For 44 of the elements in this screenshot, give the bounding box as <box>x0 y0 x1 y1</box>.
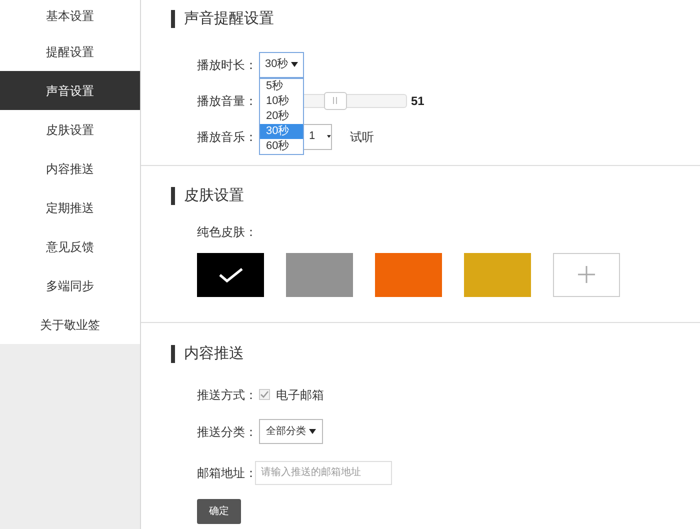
checkbox-label: 电子邮箱 <box>276 386 324 404</box>
field-label: 邮箱地址： <box>197 464 255 482</box>
section-title: 皮肤设置 <box>184 186 244 206</box>
email-field[interactable]: 请输入推送的邮箱地址 <box>255 460 392 484</box>
sidebar-item[interactable]: 皮肤设置 <box>0 110 140 149</box>
field-label: 推送分类： <box>197 424 258 440</box>
caret-icon <box>291 62 298 67</box>
sidebar-item[interactable]: 内容推送 <box>0 149 140 188</box>
field-label: 纯色皮肤： <box>196 224 257 240</box>
email-checkbox[interactable] <box>259 389 270 400</box>
check-icon <box>218 266 244 282</box>
field-label: 播放音乐： <box>197 128 258 146</box>
heading-bar <box>171 345 175 364</box>
preview-link[interactable]: 试听 <box>350 128 374 146</box>
field-label: 推送方式： <box>197 386 258 404</box>
plus-icon <box>578 266 595 283</box>
dropdown-option[interactable]: 10秒 <box>260 94 303 108</box>
skin-swatch[interactable] <box>464 252 531 296</box>
dropdown-option[interactable]: 5秒 <box>260 78 303 94</box>
field-label: 播放时长： <box>197 56 258 74</box>
volume-reading: 51 <box>411 92 424 110</box>
heading-bar <box>171 10 175 28</box>
confirm-button[interactable]: 确定 <box>197 498 241 524</box>
heading-bar <box>171 187 175 206</box>
dropdown-option[interactable]: 20秒 <box>260 108 303 124</box>
add-skin-button[interactable] <box>553 252 620 296</box>
category-select[interactable]: 全部分类 <box>259 419 323 444</box>
sidebar-item[interactable]: 关于敬业签 <box>0 305 140 344</box>
skin-swatch[interactable] <box>375 252 442 296</box>
section-title: 内容推送 <box>184 344 244 364</box>
skin-swatch[interactable] <box>197 252 264 296</box>
sidebar-item[interactable]: 多端同步 <box>0 266 140 305</box>
sidebar-item[interactable]: 提醒设置 <box>0 32 140 71</box>
section-title: 声音提醒设置 <box>184 9 274 29</box>
sidebar-item[interactable]: 声音设置 <box>0 71 140 110</box>
slider-handle[interactable] <box>324 92 347 110</box>
field-label: 播放音量： <box>197 92 258 110</box>
skin-swatch[interactable] <box>286 252 353 296</box>
sidebar-item[interactable]: 意见反馈 <box>0 227 140 266</box>
sidebar-item[interactable]: 基本设置 <box>0 0 140 32</box>
sidebar-item[interactable]: 定期推送 <box>0 188 140 227</box>
duration-select[interactable]: 30秒 <box>259 52 304 78</box>
caret-icon <box>309 429 316 434</box>
caret-icon <box>327 134 331 139</box>
